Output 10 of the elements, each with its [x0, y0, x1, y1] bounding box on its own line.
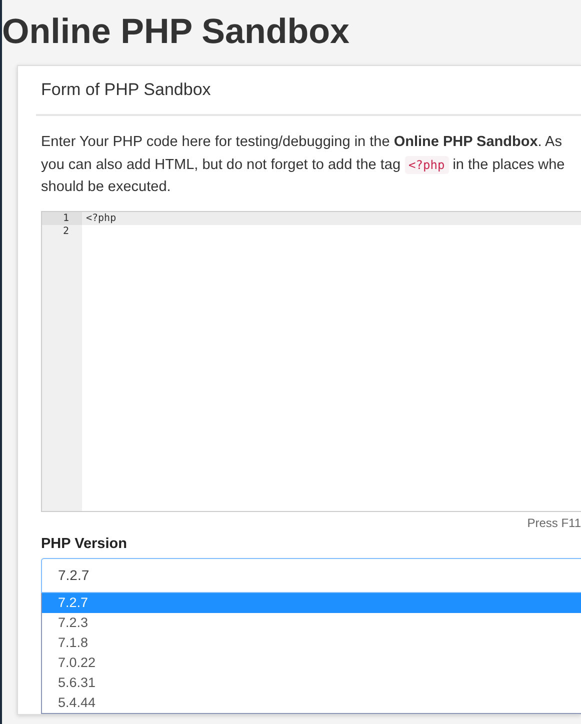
page-title: Online PHP Sandbox: [2, 11, 350, 53]
intro-paragraph: Enter Your PHP code here for testing/debugging in the Online PHP Sandbox. As you can also add HTML, but do not forget to add the tag <?php in the places whe should be executed.: [41, 133, 566, 197]
version-label: PHP Version: [41, 536, 128, 552]
line-number: 2: [62, 224, 70, 238]
code-editor[interactable]: 1 2 <?php: [41, 210, 581, 512]
version-option[interactable]: 7.2.3: [42, 612, 581, 632]
editor-hint: Press F11: [527, 514, 581, 530]
version-select[interactable]: 7.2.7: [41, 558, 581, 592]
card-title: Form of PHP Sandbox: [40, 79, 212, 101]
line-number: 1: [42, 212, 82, 224]
